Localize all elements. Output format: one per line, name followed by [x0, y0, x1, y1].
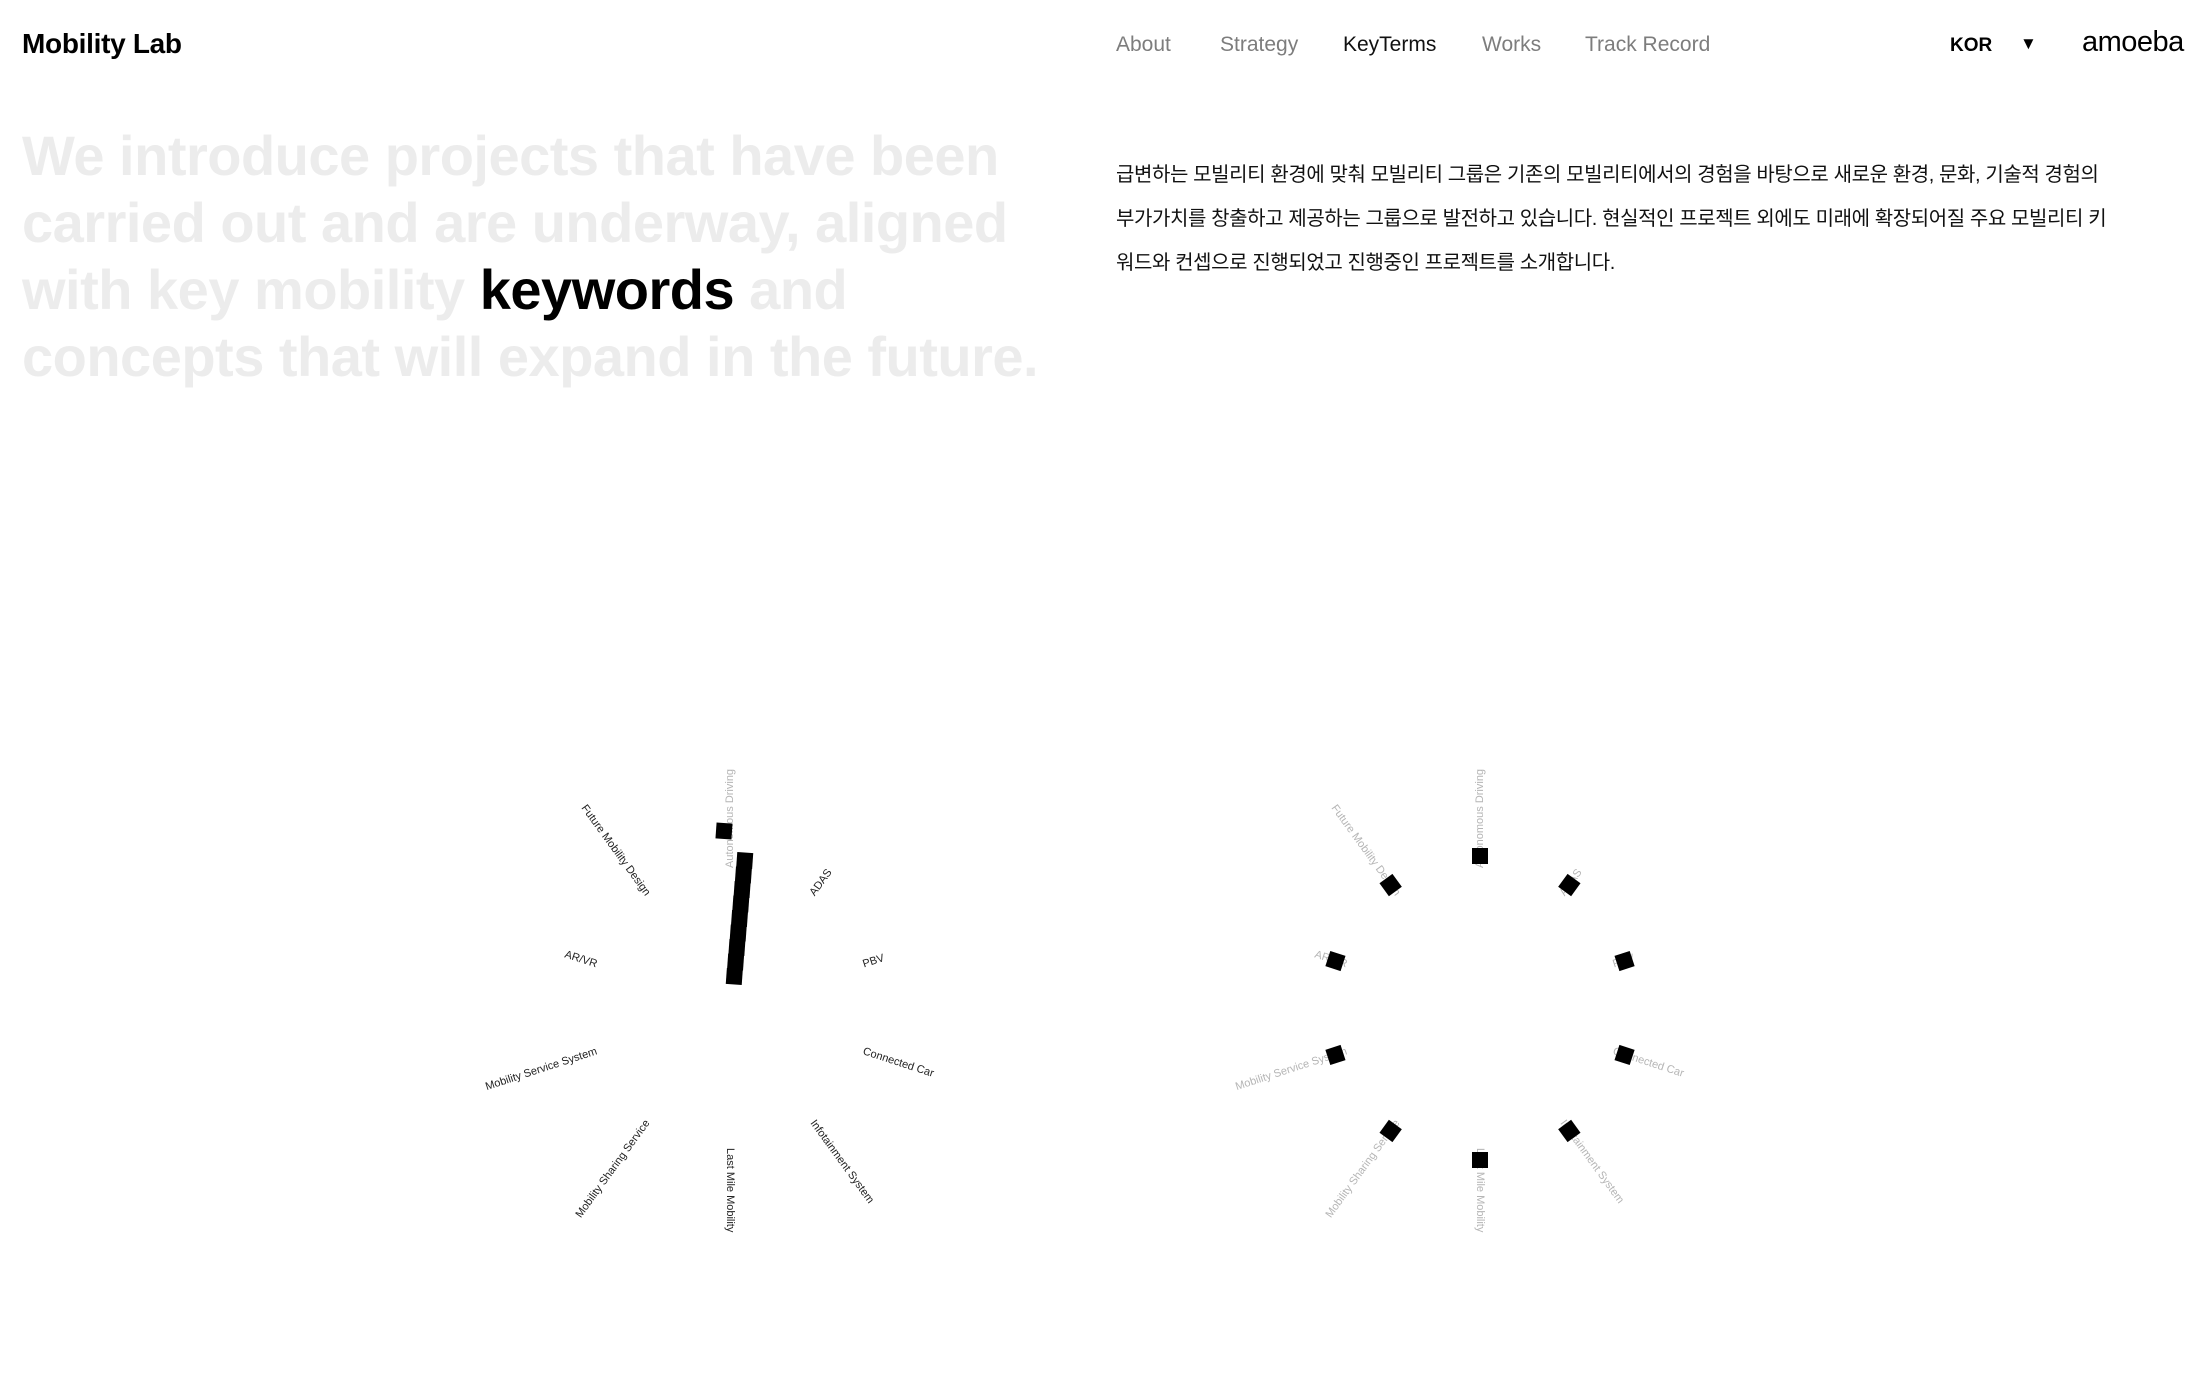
keyword-wheel-idle: Autonomous DrivingADASPBVConnected CarIn…: [1234, 769, 1686, 1233]
keyword-label-ar-vr[interactable]: AR/VR: [563, 949, 599, 971]
keyword-marker[interactable]: [730, 909, 749, 928]
keyword-marker[interactable]: [729, 924, 747, 942]
keyword-label-mobility-service-system[interactable]: Mobility Service System: [484, 1045, 599, 1092]
keyword-label-future-mobility-design[interactable]: Future Mobility Design: [579, 803, 653, 899]
keyword-marker[interactable]: [733, 880, 751, 899]
keyword-marker[interactable]: [728, 938, 746, 957]
keyword-marker[interactable]: [727, 953, 745, 971]
keyword-label-connected-car[interactable]: Connected Car: [861, 1045, 935, 1079]
keyword-wheel-active: Autonomous Driving ADAS PBV Connected Car In…: [484, 769, 936, 1233]
keyword-label-last-mile-mobility[interactable]: Last Mile Mobility: [724, 1148, 736, 1233]
keyword-marker-autonomous-driving[interactable]: [1472, 848, 1488, 864]
keyword-marker[interactable]: [725, 967, 743, 986]
keyword-label-infotainment-system[interactable]: Infotainment System: [808, 1118, 877, 1206]
keyword-marker[interactable]: [736, 851, 754, 870]
keyword-marker[interactable]: [715, 822, 733, 840]
keyword-wheels: Autonomous Driving ADAS PBV Connected Car In…: [484, 769, 1686, 1233]
keyword-marker[interactable]: [734, 866, 752, 884]
keyword-label-autonomous-driving[interactable]: Autonomous Driving: [724, 769, 736, 868]
keyword-label-pbv[interactable]: PBV: [861, 952, 886, 970]
keyword-label-adas[interactable]: ADAS: [807, 867, 834, 898]
keyword-marker-last-mile-mobility[interactable]: [1472, 1152, 1488, 1168]
keyword-marker[interactable]: [732, 895, 750, 913]
keyword-label-mobility-sharing-service[interactable]: Mobility Sharing Service: [573, 1118, 652, 1221]
